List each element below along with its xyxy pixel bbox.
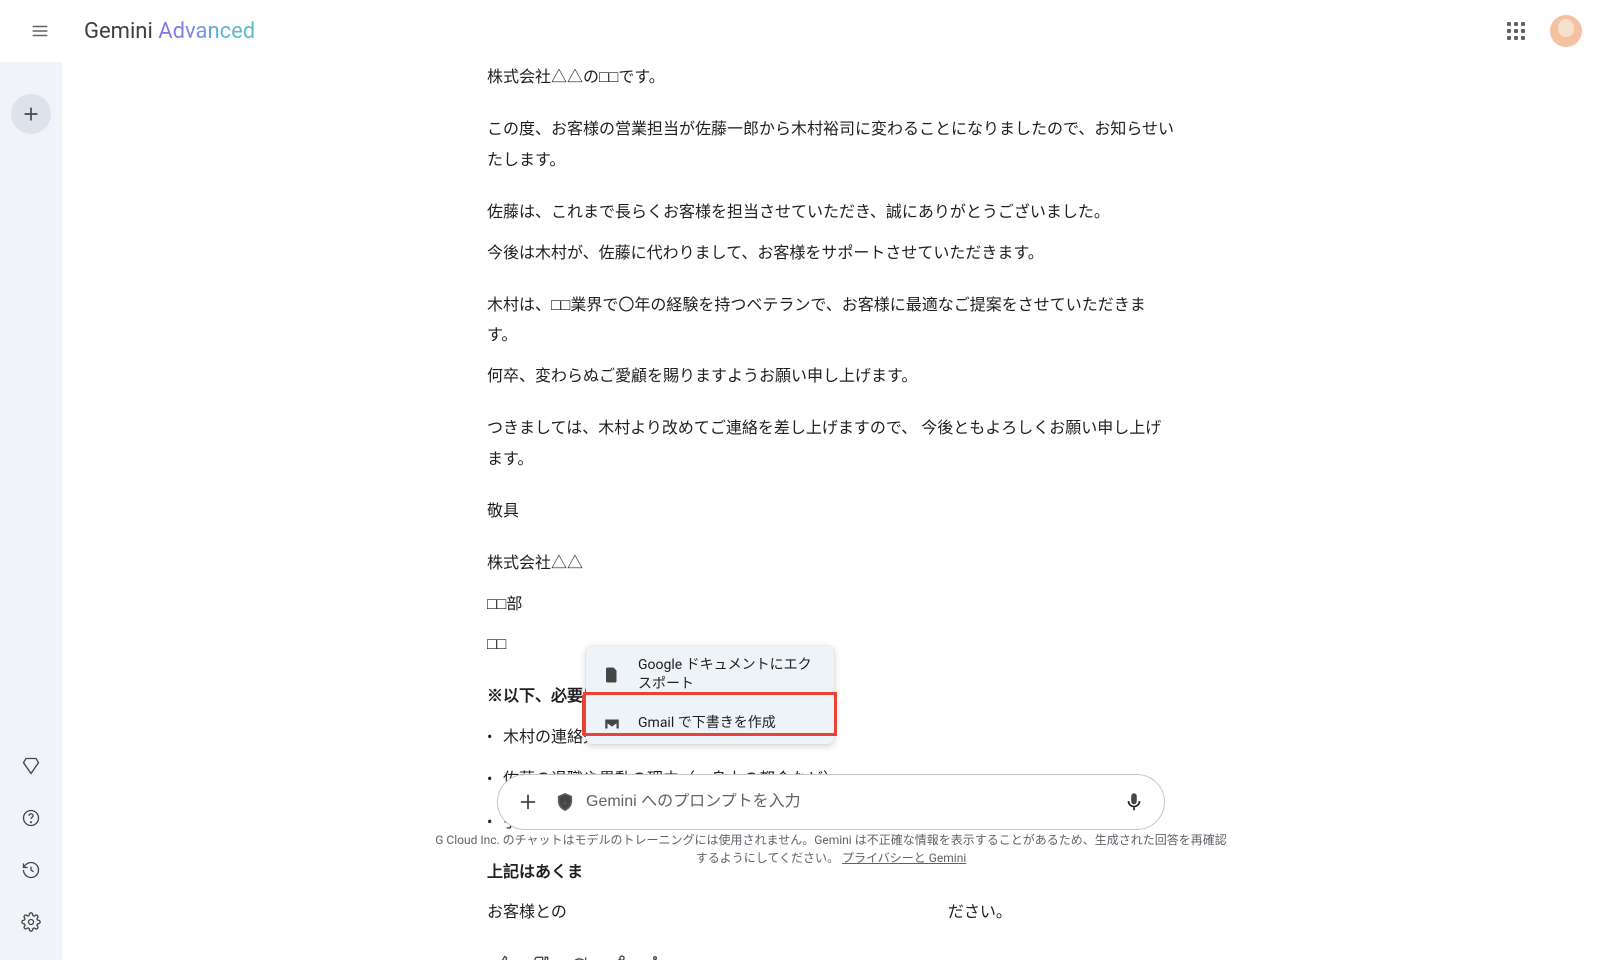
main-content: 株式会社△△の□□です。 この度、お客様の営業担当が佐藤一郎から木村裕司に変わる… bbox=[62, 62, 1600, 960]
gem-icon[interactable] bbox=[11, 746, 51, 786]
prompt-bar bbox=[497, 774, 1165, 830]
more-button[interactable] bbox=[639, 948, 671, 960]
thumbs-down-button[interactable] bbox=[525, 948, 557, 960]
share-menu: Google ドキュメントにエクスポート Gmail で下書きを作成 bbox=[586, 646, 834, 744]
closing: 敬具 bbox=[487, 496, 1175, 526]
paragraph: 木村は、□□業界で〇年の経験を持つベテランで、お客様に最適なご提案をさせていただ… bbox=[487, 290, 1175, 351]
sidebar bbox=[0, 0, 62, 960]
header: Gemini Advanced bbox=[0, 0, 1600, 62]
paragraph: 佐藤は、これまで長らくお客様を担当させていただき、誠にありがとうございました。 bbox=[487, 197, 1175, 227]
gmail-draft-label: Gmail で下書きを作成 bbox=[638, 714, 776, 733]
settings-icon[interactable] bbox=[11, 902, 51, 942]
signature-line: 株式会社△△ bbox=[487, 548, 1175, 578]
add-attachment-button[interactable] bbox=[512, 786, 544, 818]
avatar[interactable] bbox=[1550, 15, 1582, 47]
brand-advanced: Advanced bbox=[158, 19, 255, 44]
brand-logo[interactable]: Gemini Advanced bbox=[84, 19, 255, 44]
brand-gemini: Gemini bbox=[84, 19, 158, 44]
paragraph: お客様との ださい。 bbox=[487, 897, 1175, 927]
gmail-draft-item[interactable]: Gmail で下書きを作成 bbox=[586, 704, 834, 744]
gmail-icon bbox=[602, 714, 622, 734]
docs-icon bbox=[602, 665, 622, 685]
paragraph: この度、お客様の営業担当が佐藤一郎から木村裕司に変わることになりましたので、お知… bbox=[487, 114, 1175, 175]
shield-icon bbox=[554, 786, 576, 818]
hamburger-icon[interactable] bbox=[18, 9, 62, 53]
response-actions bbox=[487, 948, 1175, 960]
paragraph: 今後は木村が、佐藤に代わりまして、お客様をサポートさせていただきます。 bbox=[487, 238, 1175, 268]
disclaimer: G Cloud Inc. のチャットはモデルのトレーニングには使用されません。G… bbox=[431, 831, 1231, 868]
google-apps-icon[interactable] bbox=[1496, 11, 1536, 51]
export-docs-item[interactable]: Google ドキュメントにエクスポート bbox=[586, 646, 834, 704]
share-button[interactable] bbox=[601, 948, 633, 960]
signature-line: □□部 bbox=[487, 589, 1175, 619]
mic-button[interactable] bbox=[1118, 786, 1150, 818]
new-chat-button[interactable] bbox=[11, 94, 51, 134]
thumbs-up-button[interactable] bbox=[487, 948, 519, 960]
privacy-link[interactable]: プライバシーと Gemini bbox=[842, 851, 966, 865]
prompt-input[interactable] bbox=[586, 793, 1108, 811]
help-icon[interactable] bbox=[11, 798, 51, 838]
export-docs-label: Google ドキュメントにエクスポート bbox=[638, 656, 818, 694]
paragraph: 何卒、変わらぬご愛顧を賜りますようお願い申し上げます。 bbox=[487, 361, 1175, 391]
disclaimer-text: G Cloud Inc. のチャットはモデルのトレーニングには使用されません。G… bbox=[435, 833, 1226, 866]
regenerate-button[interactable] bbox=[563, 948, 595, 960]
paragraph: 株式会社△△の□□です。 bbox=[487, 62, 1175, 92]
paragraph: つきましては、木村より改めてご連絡を差し上げますので、 今後ともよろしくお願い申… bbox=[487, 413, 1175, 474]
history-icon[interactable] bbox=[11, 850, 51, 890]
